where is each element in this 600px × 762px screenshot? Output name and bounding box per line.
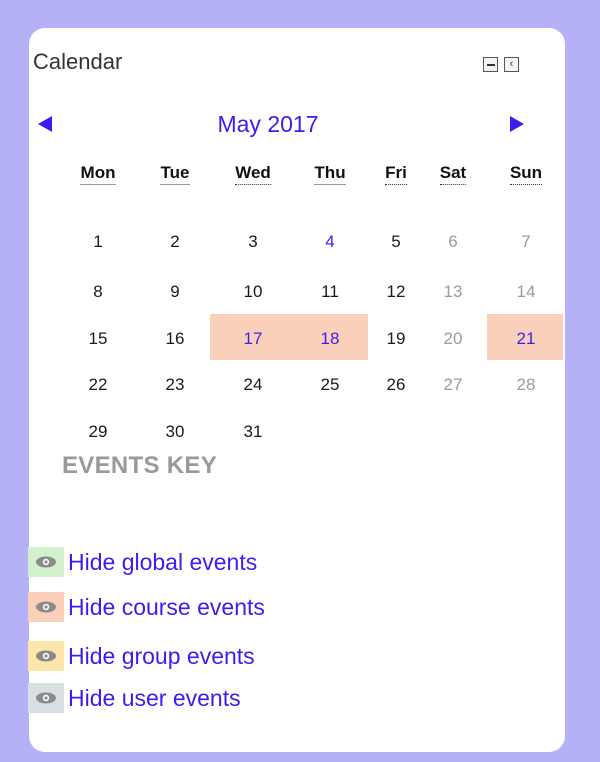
hide-events-link[interactable]: Hide group events [68,643,255,670]
calendar-day: 25 [320,375,340,394]
calendar-day: 9 [170,282,180,301]
calendar-day: 16 [165,329,185,348]
calendar-day-event[interactable]: 17 [228,329,278,349]
calendar-day-event[interactable]: 21 [501,329,551,349]
events-key-item: Hide course events [28,592,265,622]
next-month-icon[interactable] [510,116,524,132]
calendar-day: 27 [443,375,463,394]
calendar-day: 6 [448,232,458,251]
events-key-item: Hide user events [28,683,241,713]
weekday-header-mon: Mon [80,163,116,185]
calendar-day: 2 [170,232,180,251]
minimize-block-icon[interactable] [483,57,498,72]
block-title: Calendar [33,49,123,74]
calendar-day: 28 [516,375,536,394]
calendar-day-event[interactable]: 4 [305,232,355,252]
calendar-day: 1 [93,232,103,251]
events-key-item: Hide global events [28,547,257,577]
weekday-header-fri: Fri [385,163,407,185]
hide-events-link[interactable]: Hide global events [68,549,257,576]
calendar-day: 3 [248,232,258,251]
eye-icon[interactable] [28,592,64,622]
calendar-day: 24 [243,375,263,394]
calendar-day: 14 [516,282,536,301]
dock-block-icon[interactable]: ‹ [504,57,519,72]
weekday-header-thu: Thu [314,163,346,185]
calendar-day: 15 [88,329,108,348]
month-title[interactable]: May 2017 [0,111,536,138]
calendar-day: 12 [386,282,406,301]
calendar-day: 31 [243,422,263,441]
calendar-day: 7 [521,232,531,251]
weekday-header-sun: Sun [509,163,543,185]
calendar-day: 19 [386,329,406,348]
calendar-day: 30 [165,422,185,441]
calendar-day: 8 [93,282,103,301]
calendar-day: 10 [243,282,263,301]
hide-events-link[interactable]: Hide user events [68,685,241,712]
calendar-day: 26 [386,375,406,394]
eye-icon[interactable] [28,547,64,577]
weekday-header-sat: Sat [439,163,467,185]
hide-events-link[interactable]: Hide course events [68,594,265,621]
events-key-item: Hide group events [28,641,255,671]
calendar-day: 13 [443,282,463,301]
calendar-day: 23 [165,375,185,394]
eye-icon[interactable] [28,641,64,671]
calendar-day: 5 [391,232,401,251]
calendar-day: 29 [88,422,108,441]
weekday-header-tue: Tue [160,163,190,185]
events-key-heading: EVENTS KEY [62,452,218,479]
weekday-header-wed: Wed [235,163,271,185]
eye-icon[interactable] [28,683,64,713]
calendar-day-event[interactable]: 18 [305,329,355,349]
calendar-day: 20 [443,329,463,348]
calendar-day: 11 [321,282,339,301]
calendar-day: 22 [88,375,108,394]
